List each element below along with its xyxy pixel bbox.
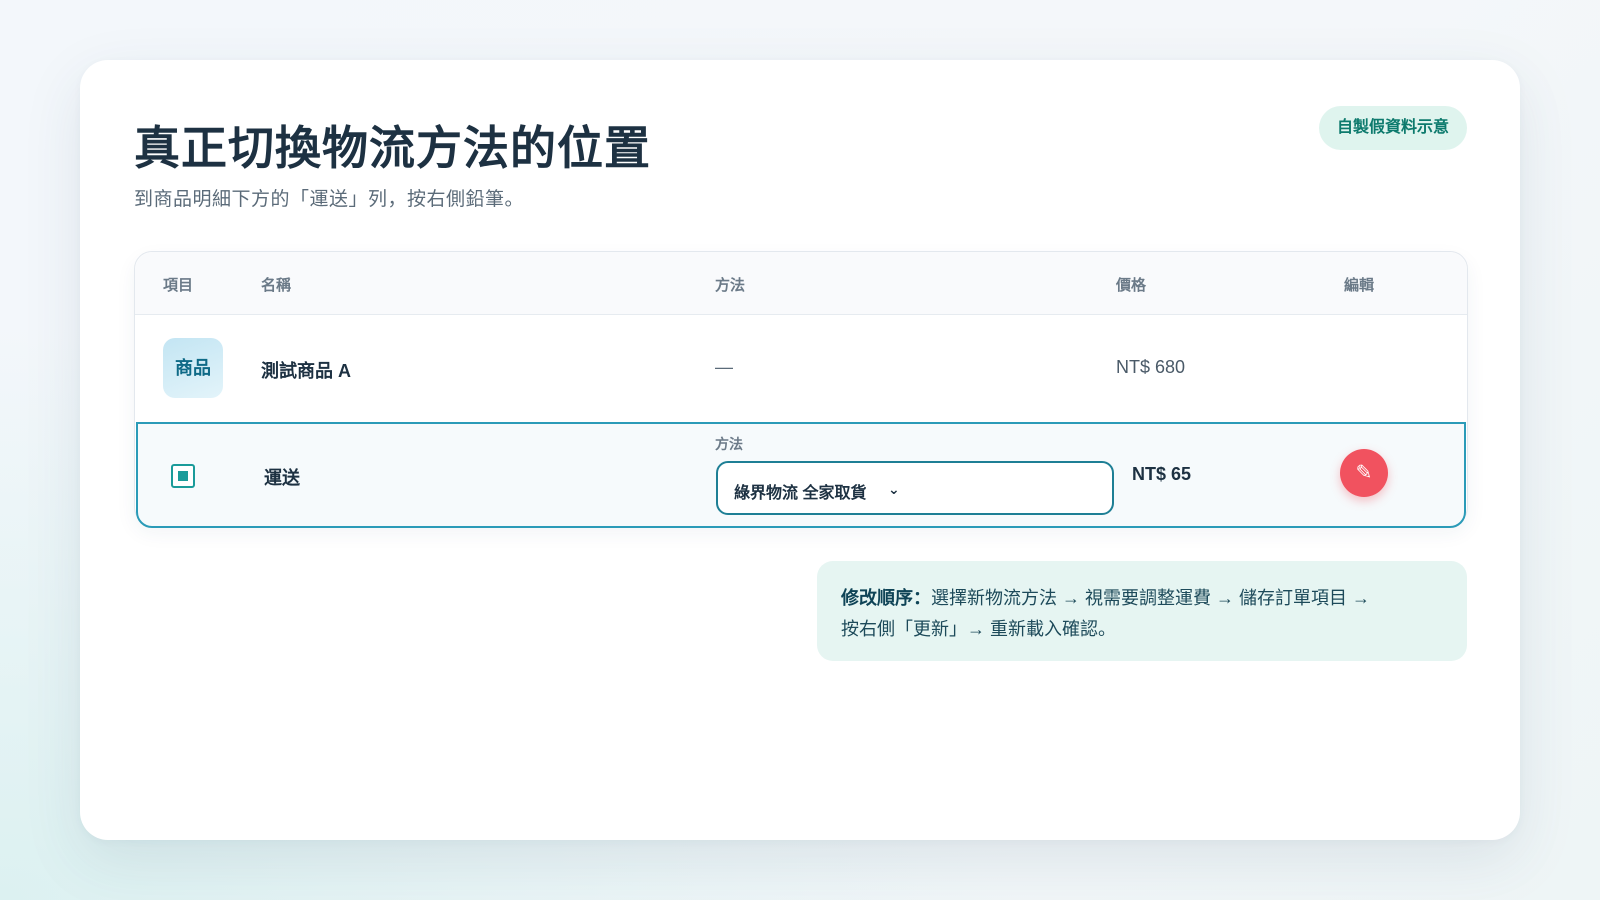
shipping-price: NT$ 65: [1132, 464, 1192, 484]
header-price: 價格: [1116, 277, 1147, 294]
chevron-down-icon: ⌄: [888, 481, 900, 497]
shipping-checkbox-icon[interactable]: [171, 464, 195, 488]
product-name: 測試商品 A: [261, 361, 351, 381]
shipping-name: 運送: [264, 468, 300, 488]
header-method: 方法: [715, 277, 746, 294]
note-text-1: 選擇新物流方法 → 視需要調整運費 → 儲存訂單項目 →: [931, 588, 1371, 608]
pencil-icon: ✎: [1355, 462, 1373, 484]
note-line-2: 按右側「更新」→ 重新載入確認。: [841, 619, 1116, 639]
table-row-shipping: 運送 方法 綠界物流 全家取貨 ⌄ NT$ 65 ✎: [136, 422, 1466, 528]
page-subtitle: 到商品明細下方的「運送」列，按右側鉛筆。: [134, 189, 525, 210]
header-item: 項目: [163, 277, 194, 294]
header-name: 名稱: [261, 277, 292, 294]
shipping-method-value: 綠界物流 全家取貨: [734, 485, 867, 502]
header-edit: 編輯: [1344, 277, 1375, 294]
note-line-1: 修改順序：選擇新物流方法 → 視需要調整運費 → 儲存訂單項目 →: [841, 583, 1443, 614]
shipping-method-label: 方法: [715, 436, 743, 452]
demo-data-badge: 自製假資料示意: [1318, 106, 1467, 150]
steps-note: 修改順序：選擇新物流方法 → 視需要調整運費 → 儲存訂單項目 → 按右側「更新…: [817, 561, 1467, 661]
note-label: 修改順序：: [841, 588, 931, 608]
table-header: 項目 名稱 方法 價格 編輯: [135, 252, 1467, 315]
page-title: 真正切換物流方法的位置: [134, 122, 651, 174]
product-type-chip: 商品: [163, 338, 223, 398]
edit-shipping-button[interactable]: ✎: [1340, 449, 1388, 497]
order-items-table: 項目 名稱 方法 價格 編輯 商品 測試商品 A — NT$ 680 運送 方法…: [134, 251, 1468, 528]
shipping-method-select[interactable]: 綠界物流 全家取貨 ⌄: [716, 461, 1114, 515]
table-row-product: 商品 測試商品 A — NT$ 680: [135, 315, 1467, 421]
product-price: NT$ 680: [1116, 357, 1186, 377]
product-method: —: [715, 357, 733, 377]
main-card: 真正切換物流方法的位置 到商品明細下方的「運送」列，按右側鉛筆。 自製假資料示意…: [80, 60, 1520, 840]
